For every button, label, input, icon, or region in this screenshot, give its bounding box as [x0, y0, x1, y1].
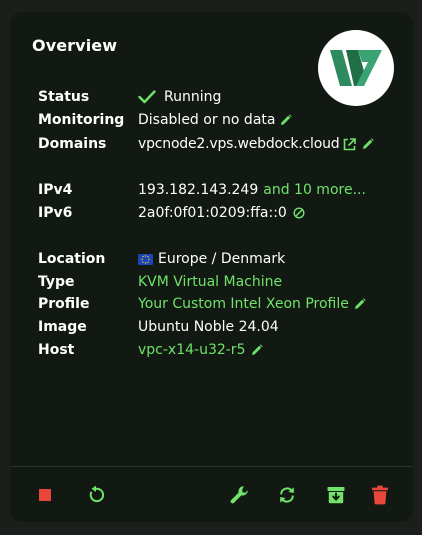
ipv6-row: IPv6 2a0f:0f01:0209:ffa::0: [38, 202, 305, 224]
location-row: Location Europe / Denmark: [38, 248, 285, 270]
trash-icon: [372, 485, 388, 505]
status-row: Status Running: [38, 86, 221, 108]
settings-button[interactable]: [227, 482, 253, 508]
edit-host-pencil-icon[interactable]: [251, 344, 264, 356]
eu-flag-icon: [138, 253, 153, 265]
ipv4-row: IPv4 193.182.143.249 and 10 more...: [38, 179, 366, 201]
webdock-logo-icon: [330, 50, 382, 86]
check-icon: [138, 90, 156, 104]
profile-row: Profile Your Custom Intel Xeon Profile: [38, 293, 366, 315]
overview-card: Overview Status Running Monitoring Disab…: [10, 12, 413, 522]
archive-download-icon: [327, 487, 345, 504]
status-label: Status: [38, 89, 90, 105]
footer-divider: [10, 466, 413, 467]
wrench-icon: [230, 486, 248, 504]
external-link-icon[interactable]: [343, 137, 357, 151]
disabled-circle-icon[interactable]: [293, 207, 305, 219]
snapshot-button[interactable]: [323, 482, 349, 508]
sync-icon: [280, 487, 294, 503]
location-value: Europe / Denmark: [158, 251, 286, 267]
delete-button[interactable]: [367, 482, 393, 508]
domains-value: vpcnode2.vps.webdock.cloud: [138, 136, 340, 152]
profile-label: Profile: [38, 296, 90, 312]
edit-monitoring-pencil-icon[interactable]: [280, 114, 293, 126]
stop-icon: [39, 489, 51, 501]
edit-domains-pencil-icon[interactable]: [362, 138, 375, 150]
card-title: Overview: [32, 36, 118, 55]
type-row: Type KVM Virtual Machine: [38, 271, 282, 293]
ipv6-label: IPv6: [38, 205, 73, 221]
image-value: Ubuntu Noble 24.04: [138, 319, 279, 335]
host-row: Host vpc-x14-u32-r5: [38, 339, 264, 361]
restart-button[interactable]: [83, 482, 109, 508]
monitoring-label: Monitoring: [38, 112, 125, 128]
reinstall-button[interactable]: [274, 482, 300, 508]
webdock-logo: [318, 30, 394, 106]
image-row: Image Ubuntu Noble 24.04: [38, 316, 279, 338]
domains-label: Domains: [38, 136, 107, 152]
monitoring-value: Disabled or no data: [138, 112, 276, 128]
monitoring-row: Monitoring Disabled or no data: [38, 109, 293, 131]
type-label: Type: [38, 274, 75, 290]
ipv4-label: IPv4: [38, 182, 73, 198]
domains-row: Domains vpcnode2.vps.webdock.cloud: [38, 133, 375, 155]
ipv4-more-link[interactable]: and 10 more...: [263, 182, 366, 198]
status-value: Running: [164, 89, 222, 105]
location-label: Location: [38, 251, 106, 267]
profile-value[interactable]: Your Custom Intel Xeon Profile: [138, 296, 349, 312]
host-value[interactable]: vpc-x14-u32-r5: [138, 342, 245, 358]
ipv4-value: 193.182.143.249: [138, 182, 259, 198]
ipv6-value: 2a0f:0f01:0209:ffa::0: [138, 205, 287, 221]
restart-icon: [89, 485, 105, 503]
stop-button[interactable]: [32, 482, 58, 508]
image-label: Image: [38, 319, 87, 335]
edit-profile-pencil-icon[interactable]: [354, 298, 366, 310]
type-value[interactable]: KVM Virtual Machine: [138, 274, 282, 290]
host-label: Host: [38, 342, 75, 358]
